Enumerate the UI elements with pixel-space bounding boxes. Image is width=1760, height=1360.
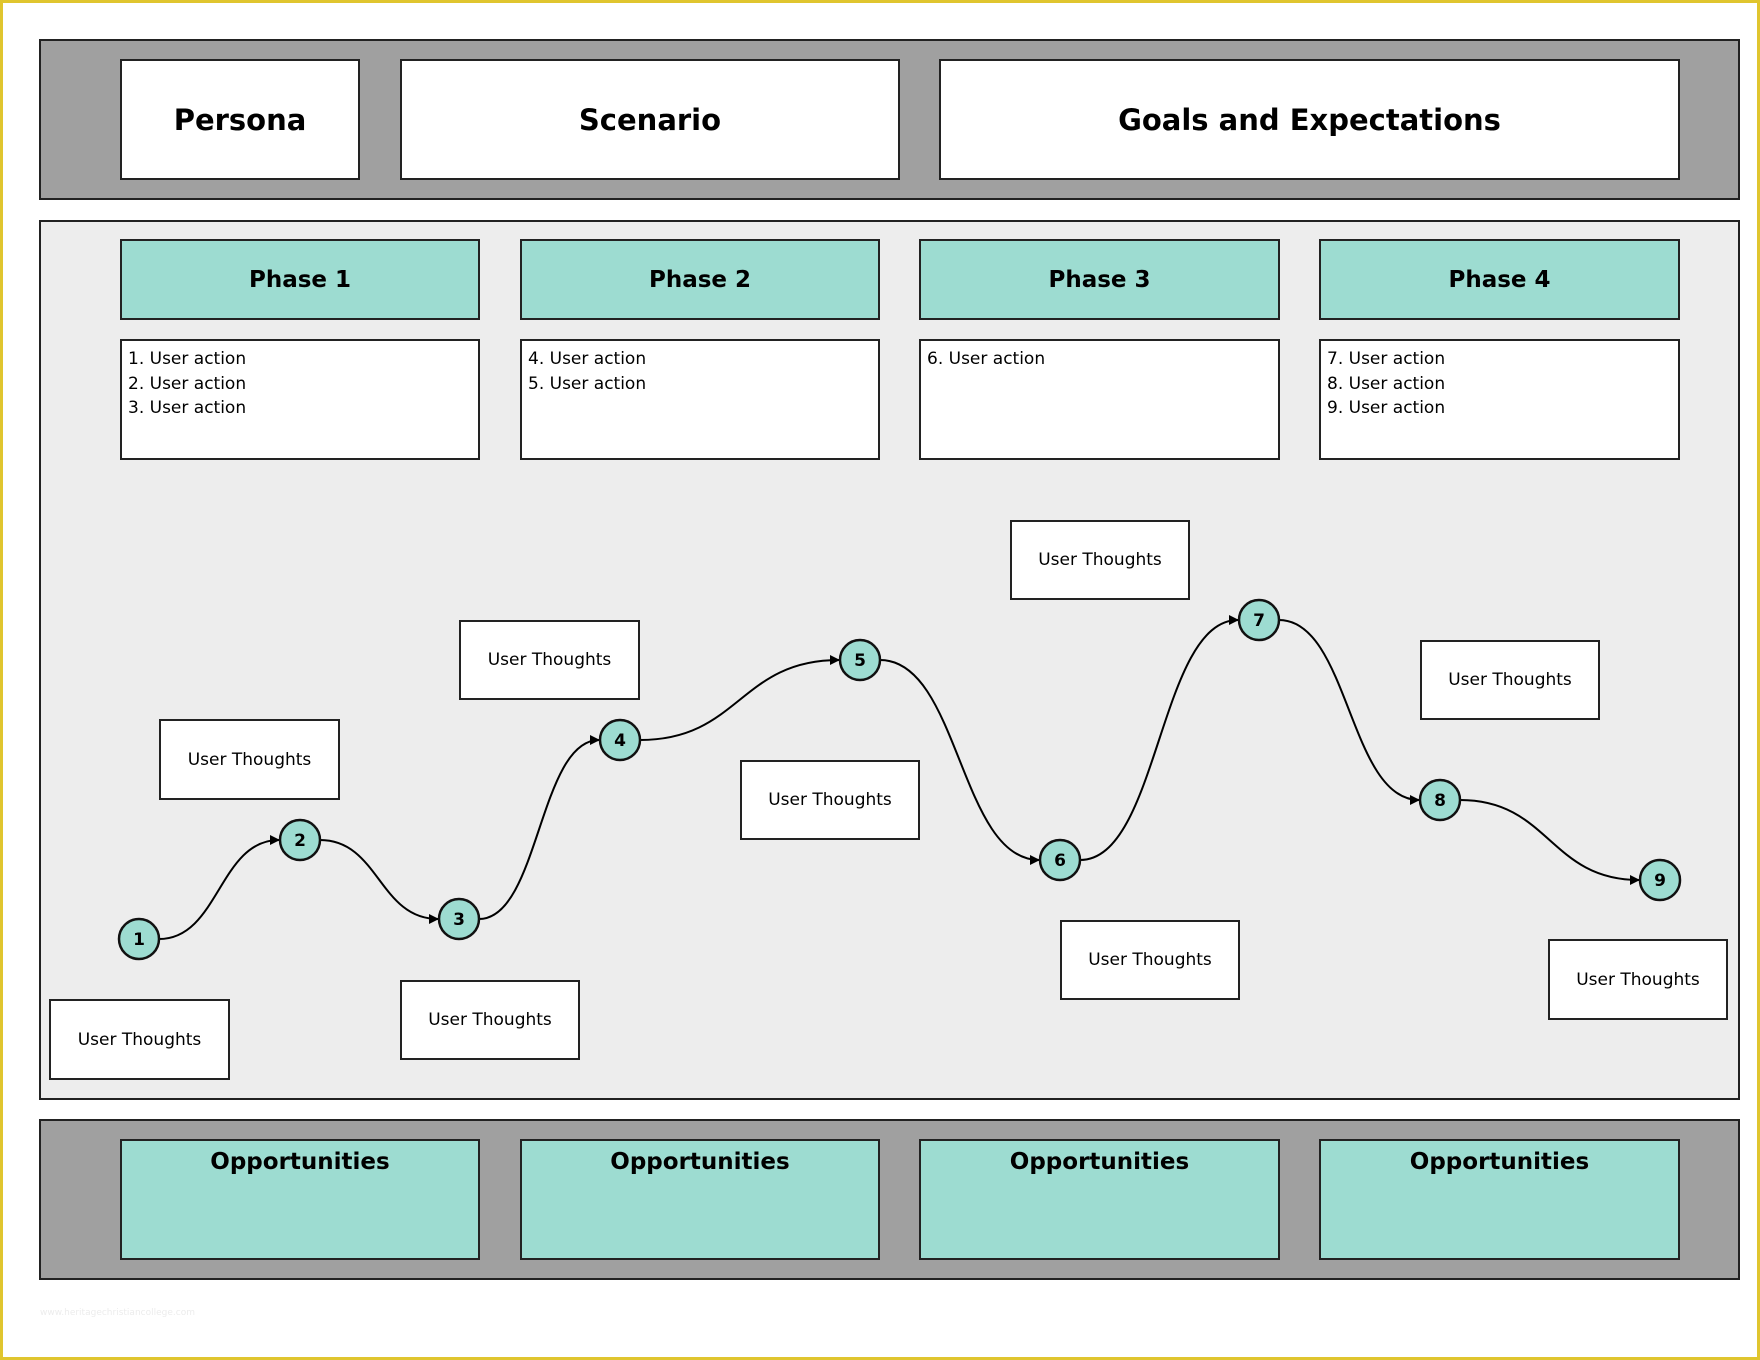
opportunities-label: Opportunities: [1409, 1149, 1590, 1175]
journey-connector-6-7: [1079, 615, 1239, 861]
journey-node-9[interactable]: 9: [1638, 858, 1682, 902]
journey-node-label: 5: [854, 651, 866, 671]
opportunities-box-1[interactable]: Opportunities: [120, 1139, 480, 1260]
journey-connector-1-2: [158, 835, 280, 940]
opportunities-box-2[interactable]: Opportunities: [520, 1139, 880, 1260]
journey-node-label: 7: [1253, 611, 1265, 631]
journey-connector-3-4: [478, 735, 600, 920]
watermark: www.heritagechristiancollege.com: [40, 1308, 195, 1318]
journey-node-label: 2: [294, 831, 306, 851]
journey-node-label: 9: [1654, 871, 1666, 891]
journey-node-3[interactable]: 3: [437, 897, 481, 941]
journey-node-6[interactable]: 6: [1038, 838, 1082, 882]
journey-node-1[interactable]: 1: [117, 917, 161, 961]
journey-connector-8-9: [1459, 799, 1640, 885]
journey-node-label: 6: [1054, 851, 1066, 871]
journey-node-label: 8: [1434, 791, 1446, 811]
journey-node-4[interactable]: 4: [598, 718, 642, 762]
journey-connector-4-5: [639, 655, 840, 741]
opportunities-box-3[interactable]: Opportunities: [919, 1139, 1280, 1260]
journey-node-2[interactable]: 2: [278, 818, 322, 862]
journey-node-8[interactable]: 8: [1418, 778, 1462, 822]
journey-connector-2-3: [319, 839, 439, 924]
journey-node-label: 4: [614, 731, 626, 751]
journey-connector-7-8: [1278, 619, 1420, 805]
journey-node-7[interactable]: 7: [1237, 598, 1281, 642]
opportunities-label: Opportunities: [210, 1149, 390, 1175]
journey-node-label: 1: [133, 930, 145, 950]
journey-node-5[interactable]: 5: [838, 638, 882, 682]
opportunities-label: Opportunities: [610, 1149, 790, 1175]
journey-connector-5-6: [879, 659, 1040, 865]
journey-node-label: 3: [453, 910, 465, 930]
opportunities-label: Opportunities: [1009, 1149, 1190, 1175]
opportunities-box-4[interactable]: Opportunities: [1319, 1139, 1680, 1260]
